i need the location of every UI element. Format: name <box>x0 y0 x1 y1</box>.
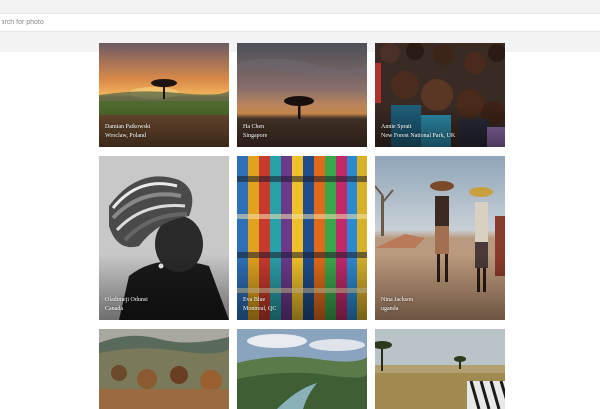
photo-author: Eva Blue <box>243 297 266 303</box>
photo-card[interactable] <box>237 329 367 409</box>
photo-card[interactable]: Ha Chen Singapore <box>237 43 367 147</box>
photo-card[interactable] <box>375 329 505 409</box>
photo-author: Damian Patkowski <box>105 124 151 130</box>
photo-card[interactable]: Nina Jackson uganda <box>375 156 505 320</box>
photo-card[interactable] <box>99 329 229 409</box>
photo-location: Wroclaw, Poland <box>105 133 147 139</box>
grassland-zebra-photo <box>375 329 505 409</box>
photo-location: New Forest National Park, UK <box>381 133 456 139</box>
search-bar <box>0 13 600 32</box>
photo-author: Ha Chen <box>243 124 265 130</box>
photo-location: Montreal, QC <box>243 306 277 312</box>
photo-card[interactable]: Oladimeji Odunsi Canada <box>99 156 229 320</box>
hills-shrubland-photo <box>99 329 229 409</box>
photo-caption: Oladimeji Odunsi Canada <box>105 296 225 314</box>
photo-author: Nina Jackson <box>381 297 414 303</box>
photo-card[interactable]: Damian Patkowski Wroclaw, Poland <box>99 43 229 147</box>
search-input[interactable] <box>0 14 600 31</box>
photo-card[interactable]: Eva Blue Montreal, QC <box>237 156 367 320</box>
photo-author: Annie Spratt <box>381 124 412 130</box>
river-valley-photo <box>237 329 367 409</box>
photo-location: Singapore <box>243 133 268 139</box>
photo-location: Canada <box>105 306 123 312</box>
photo-caption: Annie Spratt New Forest National Park, U… <box>381 123 501 141</box>
photo-caption: Eva Blue Montreal, QC <box>243 296 363 314</box>
photo-location: uganda <box>381 306 399 312</box>
photo-caption: Nina Jackson uganda <box>381 296 501 314</box>
photo-card[interactable]: Annie Spratt New Forest National Park, U… <box>375 43 505 147</box>
photo-author: Oladimeji Odunsi <box>105 297 148 303</box>
photo-caption: Ha Chen Singapore <box>243 123 363 141</box>
photo-caption: Damian Patkowski Wroclaw, Poland <box>105 123 225 141</box>
